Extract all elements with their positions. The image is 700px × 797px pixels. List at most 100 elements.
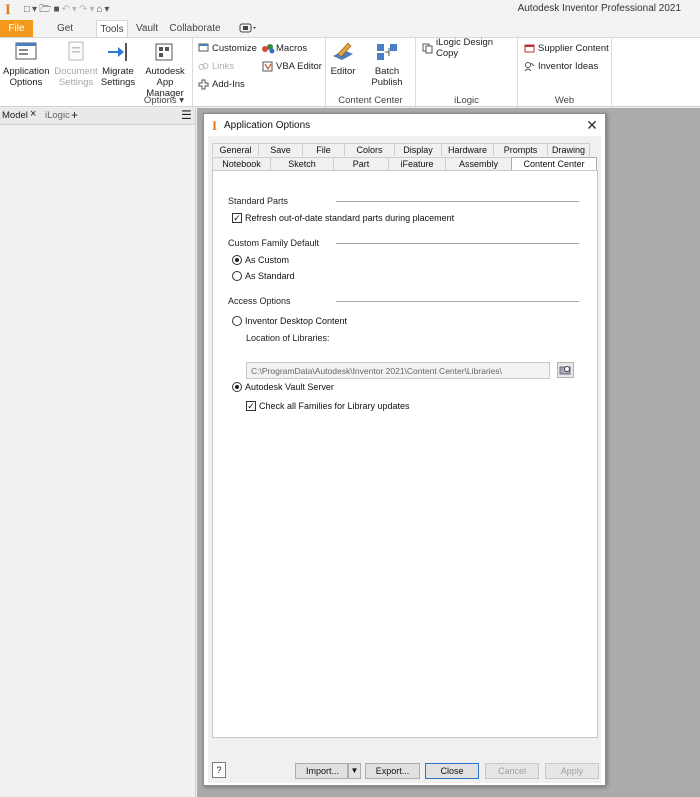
- dialog-title: Application Options: [224, 120, 311, 131]
- dropdown-arrow-icon[interactable]: ▾: [89, 3, 94, 16]
- vault-server-option[interactable]: Autodesk Vault Server: [232, 382, 334, 392]
- tab-display[interactable]: Display: [394, 143, 442, 156]
- import-button[interactable]: Import...: [295, 763, 348, 779]
- tab-file[interactable]: File: [302, 143, 345, 156]
- links-label: Links: [212, 60, 235, 72]
- import-label: Import...: [306, 766, 340, 776]
- migrate-settings-icon: [108, 43, 127, 61]
- customize-icon: [198, 43, 209, 54]
- tab-colors[interactable]: Colors: [344, 143, 395, 156]
- as-standard-option[interactable]: As Standard: [232, 271, 295, 281]
- tab-row-2: Notebook Sketch Part iFeature Assembly C…: [212, 157, 597, 171]
- location-of-libraries-label: Location of Libraries:: [246, 333, 330, 343]
- check-all-families-label: Check all Families for Library updates: [259, 401, 410, 411]
- ribbon-display-options-icon[interactable]: [239, 23, 259, 34]
- browser-tab-model[interactable]: Model: [2, 110, 28, 121]
- add-ins-label: Add-Ins: [212, 78, 245, 90]
- tab-tools[interactable]: Tools: [96, 20, 128, 37]
- hamburger-menu-icon[interactable]: ☰: [181, 108, 192, 122]
- new-file-icon[interactable]: □: [24, 3, 30, 16]
- close-button[interactable]: Close: [425, 763, 479, 779]
- batch-publish-button[interactable]: Batch Publish: [358, 40, 416, 88]
- libraries-location-field[interactable]: C:\ProgramData\Autodesk\Inventor 2021\Co…: [246, 362, 550, 379]
- tab-ifeature[interactable]: iFeature: [388, 157, 446, 170]
- tab-prompts[interactable]: Prompts: [493, 143, 548, 156]
- editor-label: Editor: [330, 66, 356, 77]
- tab-hardware[interactable]: Hardware: [441, 143, 494, 156]
- batch-publish-icon: [377, 44, 397, 60]
- cancel-button[interactable]: Cancel: [485, 763, 539, 779]
- add-tab-icon[interactable]: +: [71, 108, 78, 122]
- open-folder-icon[interactable]: 🗁: [39, 3, 51, 16]
- ilogic-design-copy-button[interactable]: iLogic Design Copy: [422, 37, 517, 59]
- inventor-ideas-button[interactable]: Inventor Ideas: [524, 59, 598, 73]
- section-divider: [336, 301, 579, 302]
- tab-vault[interactable]: Vault: [134, 20, 160, 37]
- options-panel-label: Options: [143, 95, 177, 106]
- customize-qat-icon[interactable]: ▾: [104, 3, 109, 16]
- check-all-families-option[interactable]: ✓ Check all Families for Library updates: [246, 401, 410, 411]
- apply-button[interactable]: Apply: [545, 763, 599, 779]
- inventor-logo-icon[interactable]: I: [5, 2, 17, 18]
- redo-icon[interactable]: ↷: [79, 3, 87, 16]
- close-icon[interactable]: ×: [30, 108, 36, 120]
- supplier-content-label: Supplier Content: [538, 42, 609, 54]
- inventor-logo-icon: I: [212, 118, 218, 133]
- tab-content-center[interactable]: Content Center: [511, 157, 597, 171]
- ribbon-tab-bar: File Get Started Tools Vault Collaborate: [0, 20, 700, 51]
- desktop-content-radio[interactable]: [232, 316, 242, 326]
- supplier-content-button[interactable]: Supplier Content: [524, 41, 609, 55]
- as-custom-option[interactable]: As Custom: [232, 255, 289, 265]
- add-ins-button[interactable]: Add-Ins: [198, 77, 245, 91]
- as-standard-radio[interactable]: [232, 271, 242, 281]
- browse-button[interactable]: [557, 362, 574, 378]
- content-center-panel-title: Content Center: [338, 95, 403, 106]
- application-options-icon: [15, 42, 37, 60]
- links-button[interactable]: Links: [198, 59, 234, 73]
- close-icon[interactable]: ✕: [585, 117, 599, 134]
- migrate-settings-button[interactable]: Migrate Settings: [99, 40, 137, 88]
- tab-notebook[interactable]: Notebook: [212, 157, 271, 170]
- refresh-standard-parts-option[interactable]: ✓ Refresh out-of-date standard parts dur…: [232, 213, 454, 223]
- tab-file[interactable]: File: [0, 20, 33, 37]
- tab-drawing[interactable]: Drawing: [547, 143, 590, 156]
- options-panel-title[interactable]: Options ▾: [136, 95, 192, 106]
- tab-sketch[interactable]: Sketch: [270, 157, 334, 170]
- dropdown-arrow-icon[interactable]: ▾: [32, 3, 37, 16]
- application-options-button[interactable]: Application Options: [3, 40, 49, 88]
- check-all-families-checkbox[interactable]: ✓: [246, 401, 256, 411]
- help-button[interactable]: ?: [212, 762, 226, 778]
- undo-icon[interactable]: ↶: [62, 3, 70, 16]
- desktop-content-option[interactable]: Inventor Desktop Content: [232, 316, 347, 326]
- customize-button[interactable]: Customize: [198, 41, 257, 55]
- ilogic-panel-title: iLogic: [454, 95, 479, 106]
- app-manager-button[interactable]: Autodesk App Manager: [137, 40, 193, 99]
- content-center-tab-page: Standard Parts ✓ Refresh out-of-date sta…: [212, 170, 598, 738]
- refresh-standard-parts-checkbox[interactable]: ✓: [232, 213, 242, 223]
- browser-tab-ilogic[interactable]: iLogic: [45, 110, 70, 121]
- tab-part[interactable]: Part: [333, 157, 389, 170]
- document-settings-button[interactable]: Document Settings: [53, 40, 99, 88]
- as-custom-radio[interactable]: [232, 255, 242, 265]
- export-button[interactable]: Export...: [365, 763, 420, 779]
- ilogic-panel: iLogic Design Copy iLogic: [416, 37, 518, 108]
- home-icon[interactable]: ⌂: [96, 3, 102, 16]
- tab-get-started[interactable]: Get Started: [40, 20, 90, 51]
- tab-save[interactable]: Save: [258, 143, 303, 156]
- tab-general[interactable]: General: [212, 143, 259, 156]
- desktop-content-label: Inventor Desktop Content: [245, 316, 348, 326]
- vault-server-label: Autodesk Vault Server: [245, 382, 334, 392]
- tab-collaborate[interactable]: Collaborate: [168, 20, 222, 37]
- vault-server-radio[interactable]: [232, 382, 242, 392]
- import-dropdown-button[interactable]: ▼: [348, 763, 361, 779]
- app-manager-icon: [155, 43, 173, 61]
- macros-button[interactable]: Macros: [262, 41, 307, 55]
- batch-publish-label: Batch Publish: [371, 66, 403, 88]
- save-icon[interactable]: ■: [53, 3, 59, 16]
- tab-assembly[interactable]: Assembly: [445, 157, 512, 170]
- editor-button[interactable]: Editor: [328, 40, 358, 77]
- macros-label: Macros: [276, 42, 308, 54]
- vba-editor-button[interactable]: VBA Editor: [262, 59, 322, 73]
- dialog-title-bar[interactable]: I Application Options ✕: [204, 114, 605, 136]
- dropdown-arrow-icon[interactable]: ▾: [72, 3, 77, 16]
